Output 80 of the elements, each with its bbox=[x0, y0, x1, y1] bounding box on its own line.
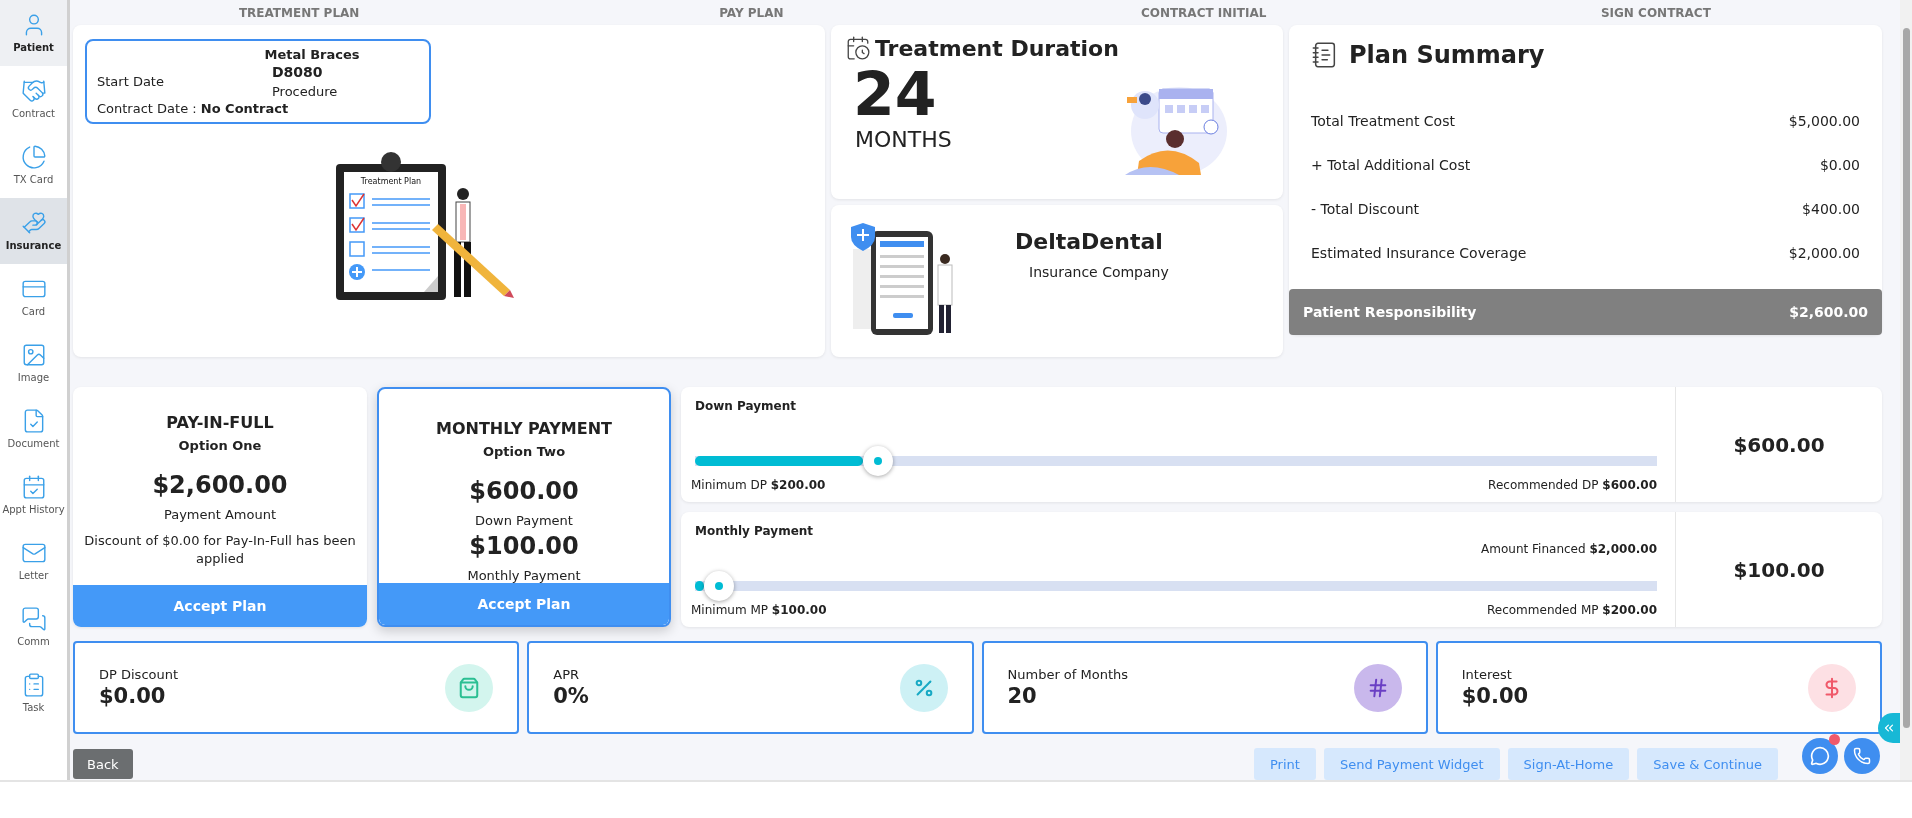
stat-label: DP Discount bbox=[99, 667, 179, 682]
sidebar-icon bbox=[20, 606, 47, 633]
minimum-label: Minimum DP $200.00 bbox=[691, 478, 826, 492]
duration-unit: MONTHS bbox=[855, 127, 953, 152]
step-label[interactable]: TREATMENT PLAN bbox=[73, 5, 526, 20]
sidebar-item[interactable]: Contract bbox=[0, 66, 67, 132]
back-button[interactable]: Back bbox=[73, 749, 133, 779]
option-title: PAY-IN-FULL bbox=[166, 413, 274, 432]
step-label[interactable]: SIGN CONTRACT bbox=[1429, 5, 1882, 20]
slider-title: Down Payment bbox=[695, 399, 796, 413]
stat-label: APR bbox=[553, 667, 580, 682]
summary-label: Estimated Insurance Coverage bbox=[1311, 245, 1527, 261]
sidebar-item[interactable]: Image bbox=[0, 330, 67, 396]
slider-value: $600.00 bbox=[1732, 431, 1826, 459]
sidebar-icon bbox=[20, 144, 47, 171]
insurance-label: Insurance Company bbox=[1029, 264, 1169, 280]
summary-title: Plan Summary bbox=[1349, 41, 1545, 69]
discount-note: Discount of $0.00 for Pay-In-Full has been applied bbox=[83, 532, 357, 569]
collapse-tab[interactable] bbox=[1878, 713, 1900, 743]
stat-label: Number of Months bbox=[1007, 667, 1129, 682]
procedure-name: Metal Braces bbox=[263, 47, 361, 62]
sidebar-item[interactable]: Patient bbox=[0, 0, 67, 66]
summary-label: - Total Discount bbox=[1311, 201, 1420, 217]
step-label[interactable]: CONTRACT INITIAL bbox=[977, 5, 1430, 20]
option-amount: $100.00 bbox=[468, 532, 580, 560]
amount-label: Payment Amount bbox=[162, 507, 278, 522]
recommended-label: Recommended DP $600.00 bbox=[1488, 478, 1657, 492]
calendar-clock-icon bbox=[845, 35, 871, 61]
illustration-title: Treatment Plan bbox=[360, 177, 422, 186]
start-date-label: Start Date bbox=[97, 74, 165, 89]
sidebar-item[interactable]: Comm bbox=[0, 594, 67, 660]
duration-value: 24 bbox=[853, 61, 938, 127]
stat-value: $0.00 bbox=[1461, 684, 1529, 708]
stat-label: Interest bbox=[1461, 667, 1513, 682]
summary-label: + Total Additional Cost bbox=[1311, 157, 1471, 173]
duration-title: Treatment Duration bbox=[875, 35, 1119, 61]
option-title: MONTHLY PAYMENT bbox=[436, 419, 612, 438]
minimum-label: Minimum MP $100.00 bbox=[691, 603, 827, 617]
contract-date: Contract Date : No Contract bbox=[97, 101, 290, 116]
slider-value: $100.00 bbox=[1732, 556, 1826, 584]
total-value: $2,600.00 bbox=[1789, 304, 1868, 320]
stat-value: 0% bbox=[553, 684, 589, 708]
sidebar-item[interactable]: Appt History bbox=[0, 462, 67, 528]
procedure-label: Procedure bbox=[272, 84, 339, 99]
stat-value: 20 bbox=[1007, 684, 1038, 708]
slider-thumb[interactable] bbox=[704, 571, 735, 601]
procedure-code: D8080 bbox=[272, 64, 324, 80]
scrollbar-thumb[interactable] bbox=[1902, 28, 1910, 728]
stat-value: $0.00 bbox=[99, 684, 167, 708]
phone-icon bbox=[1853, 747, 1871, 765]
option-amount: $600.00 bbox=[468, 477, 580, 505]
bag-icon bbox=[458, 676, 481, 699]
amount-financed: Amount Financed $2,000.00 bbox=[1481, 542, 1657, 556]
sidebar-item[interactable]: Task bbox=[0, 660, 67, 726]
chevrons-left-icon bbox=[1882, 721, 1896, 735]
summary-label: Total Treatment Cost bbox=[1311, 113, 1455, 129]
option-amount: $2,600.00 bbox=[151, 471, 289, 499]
chat-icon bbox=[1810, 746, 1830, 766]
sidebar-icon bbox=[20, 78, 47, 105]
total-label: Patient Responsibility bbox=[1303, 304, 1477, 320]
slider-thumb[interactable] bbox=[862, 446, 893, 476]
phone-button[interactable] bbox=[1844, 738, 1880, 774]
option-subtitle: Option One bbox=[178, 438, 262, 453]
summary-value: $400.00 bbox=[1802, 201, 1860, 217]
sidebar-item[interactable]: Card bbox=[0, 264, 67, 330]
sidebar-item[interactable]: TX Card bbox=[0, 132, 67, 198]
notification-dot bbox=[1829, 734, 1840, 745]
option-subtitle: Option Two bbox=[482, 444, 566, 459]
sidebar-item[interactable]: Insurance bbox=[0, 198, 67, 264]
slider-title: Monthly Payment bbox=[695, 524, 814, 538]
summary-value: $5,000.00 bbox=[1788, 113, 1860, 129]
sidebar-item[interactable]: Letter bbox=[0, 528, 67, 594]
summary-value: $0.00 bbox=[1819, 157, 1860, 173]
step-label[interactable]: PAY PLAN bbox=[525, 5, 978, 20]
sidebar-item[interactable]: Document bbox=[0, 396, 67, 462]
amount-label: Down Payment bbox=[474, 513, 574, 528]
recommended-label: Recommended MP $200.00 bbox=[1487, 603, 1657, 617]
insurance-name: DeltaDental bbox=[1014, 229, 1163, 254]
summary-value: $2,000.00 bbox=[1788, 245, 1860, 261]
amount-label: Monthly Payment bbox=[466, 568, 582, 583]
